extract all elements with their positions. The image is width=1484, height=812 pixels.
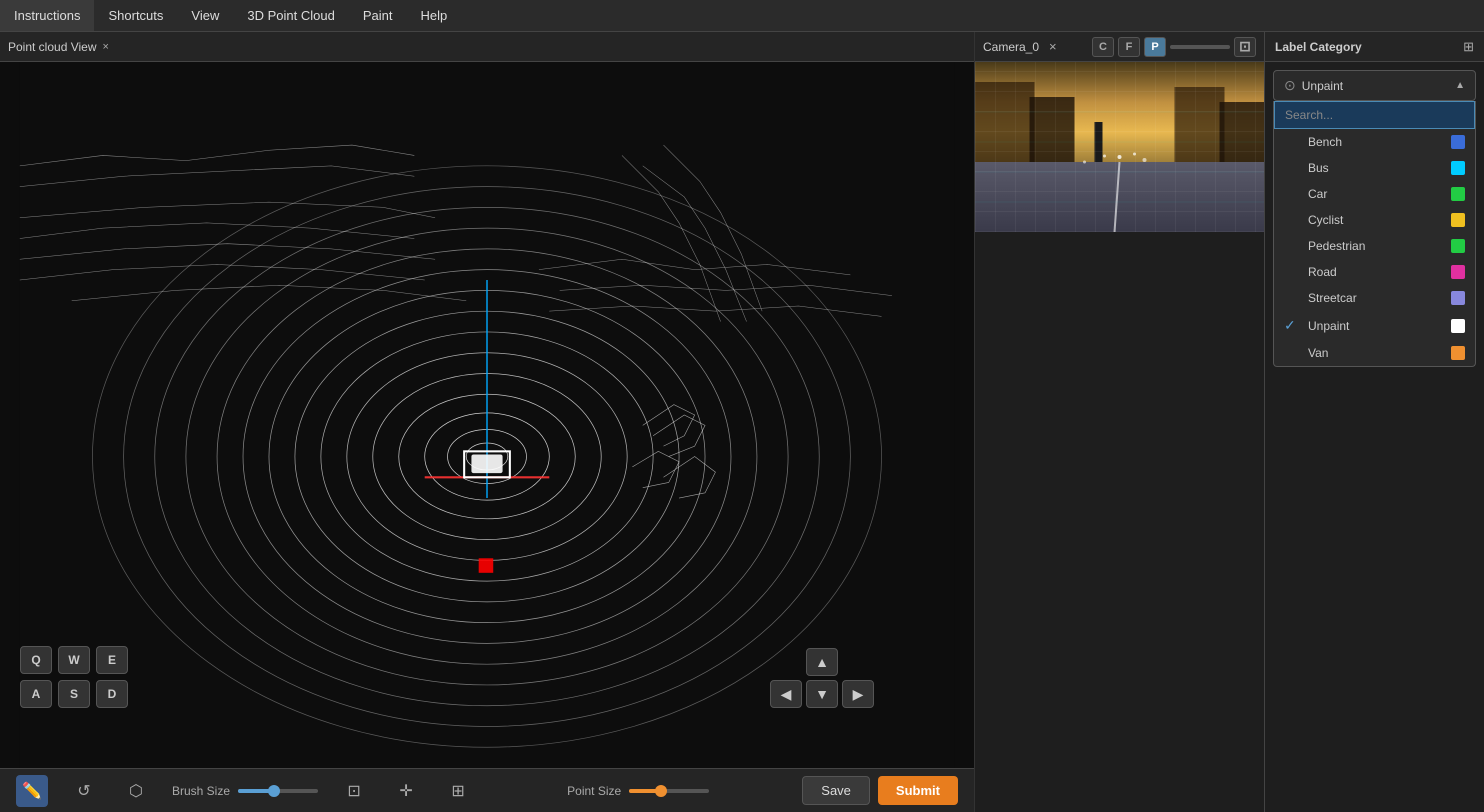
pc-tab-bar: Point cloud View ×: [0, 32, 974, 62]
item-label: Unpaint: [1308, 319, 1443, 333]
camera-tab-bar: Camera_0 × C F P ⊡: [975, 32, 1264, 62]
camera-controls: C F P ⊡: [1092, 37, 1256, 57]
item-label: Bench: [1308, 135, 1443, 149]
key-a: A: [20, 680, 52, 708]
item-label: Car: [1308, 187, 1443, 201]
move-tool[interactable]: ✛: [390, 775, 422, 807]
color-swatch: [1451, 265, 1465, 279]
item-label: Pedestrian: [1308, 239, 1443, 253]
camera-title: Camera_0: [983, 40, 1039, 54]
crop-tool[interactable]: ⊡: [338, 775, 370, 807]
menu-instructions[interactable]: Instructions: [0, 0, 94, 31]
color-swatch: [1451, 187, 1465, 201]
point-cloud-canvas[interactable]: Q W E A S D ▲ ◀ ▼ ▶: [0, 62, 974, 768]
color-swatch: [1451, 239, 1465, 253]
selection-tool[interactable]: ↺: [68, 775, 100, 807]
label-panel-title: Label Category: [1275, 40, 1362, 54]
color-swatch: [1451, 135, 1465, 149]
dropdown-icon: ⊙: [1284, 77, 1296, 94]
label-panel-header: Label Category ⊞: [1265, 32, 1484, 62]
fit-tool[interactable]: ⊞: [442, 775, 474, 807]
color-swatch: [1451, 319, 1465, 333]
action-buttons: Save Submit: [802, 776, 958, 805]
camera-f-btn[interactable]: F: [1118, 37, 1140, 57]
menu-3d-point-cloud[interactable]: 3D Point Cloud: [233, 0, 348, 31]
nav-left[interactable]: ◀: [770, 680, 802, 708]
keyboard-overlay: Q W E A S D: [20, 646, 128, 708]
menu-view[interactable]: View: [177, 0, 233, 31]
dropdown-item-road[interactable]: Road: [1274, 259, 1475, 285]
dropdown-item-bench[interactable]: Bench: [1274, 129, 1475, 155]
dropdown-item-bus[interactable]: Bus: [1274, 155, 1475, 181]
dropdown-item-streetcar[interactable]: Streetcar: [1274, 285, 1475, 311]
dropdown-item-pedestrian[interactable]: Pedestrian: [1274, 233, 1475, 259]
brush-size-section: Brush Size: [172, 784, 318, 798]
nav-down[interactable]: ▼: [806, 680, 838, 708]
main-layout: Point cloud View ×: [0, 32, 1484, 812]
save-button[interactable]: Save: [802, 776, 870, 805]
item-label: Road: [1308, 265, 1443, 279]
camera-close-btn[interactable]: ×: [1049, 39, 1057, 54]
dropdown-item-van[interactable]: Van: [1274, 340, 1475, 366]
camera-maximize-btn[interactable]: ⊡: [1234, 37, 1256, 57]
pc-tab[interactable]: Point cloud View ×: [8, 40, 109, 54]
key-d: D: [96, 680, 128, 708]
point-size-label: Point Size: [567, 784, 621, 798]
category-dropdown[interactable]: ⊙ Unpaint ▲ BenchBusCarCyclistPedestrian…: [1273, 70, 1476, 101]
key-q: Q: [20, 646, 52, 674]
camera-c-btn[interactable]: C: [1092, 37, 1114, 57]
bottom-toolbar: ✏️ ↺ ⬡ Brush Size ⊡ ✛ ⊞ Point Size: [0, 768, 974, 812]
nav-arrows: ▲ ◀ ▼ ▶: [770, 648, 874, 708]
color-swatch: [1451, 291, 1465, 305]
camera-p-btn[interactable]: P: [1144, 37, 1166, 57]
item-label: Van: [1308, 346, 1443, 360]
key-e: E: [96, 646, 128, 674]
key-row-bottom: A S D: [20, 680, 128, 708]
dropdown-item-car[interactable]: Car: [1274, 181, 1475, 207]
submit-button[interactable]: Submit: [878, 776, 958, 805]
check-icon: ✓: [1284, 317, 1300, 334]
point-cloud-area: Point cloud View ×: [0, 32, 974, 812]
item-label: Bus: [1308, 161, 1443, 175]
nav-up[interactable]: ▲: [806, 648, 838, 676]
dropdown-item-unpaint[interactable]: ✓ Unpaint: [1274, 311, 1475, 340]
menu-help[interactable]: Help: [406, 0, 461, 31]
dropdown-label: Unpaint: [1302, 79, 1449, 93]
dropdown-search-input[interactable]: [1274, 101, 1475, 129]
color-swatch: [1451, 346, 1465, 360]
brightness-slider[interactable]: [1170, 45, 1230, 49]
menu-bar: Instructions Shortcuts View 3D Point Clo…: [0, 0, 1484, 32]
camera-image-overlay: [975, 62, 1264, 232]
key-s: S: [58, 680, 90, 708]
lasso-tool[interactable]: ⬡: [120, 775, 152, 807]
camera-panel: Camera_0 × C F P ⊡: [974, 32, 1264, 812]
pencil-tool[interactable]: ✏️: [16, 775, 48, 807]
dropdown-list: Bench Bus Car Cyclist Pedestrian Road Streetca…: [1273, 101, 1476, 367]
color-swatch: [1451, 161, 1465, 175]
brush-size-track[interactable]: [238, 789, 318, 793]
item-label: Streetcar: [1308, 291, 1443, 305]
label-panel-icon[interactable]: ⊞: [1463, 39, 1474, 55]
key-w: W: [58, 646, 90, 674]
menu-shortcuts[interactable]: Shortcuts: [94, 0, 177, 31]
point-size-track[interactable]: [629, 789, 709, 793]
dropdown-arrow: ▲: [1455, 80, 1465, 91]
brush-size-label: Brush Size: [172, 784, 230, 798]
pc-tab-label: Point cloud View: [8, 40, 97, 54]
item-label: Cyclist: [1308, 213, 1443, 227]
nav-right[interactable]: ▶: [842, 680, 874, 708]
label-panel: Label Category ⊞ ⊙ Unpaint ▲ BenchBusCar…: [1264, 32, 1484, 812]
color-swatch: [1451, 213, 1465, 227]
pc-tab-close[interactable]: ×: [103, 41, 109, 53]
key-row-top: Q W E: [20, 646, 128, 674]
camera-image: [975, 62, 1264, 232]
dropdown-item-cyclist[interactable]: Cyclist: [1274, 207, 1475, 233]
menu-paint[interactable]: Paint: [349, 0, 407, 31]
point-size-section: Point Size: [567, 784, 709, 798]
dropdown-selected[interactable]: ⊙ Unpaint ▲: [1273, 70, 1476, 101]
